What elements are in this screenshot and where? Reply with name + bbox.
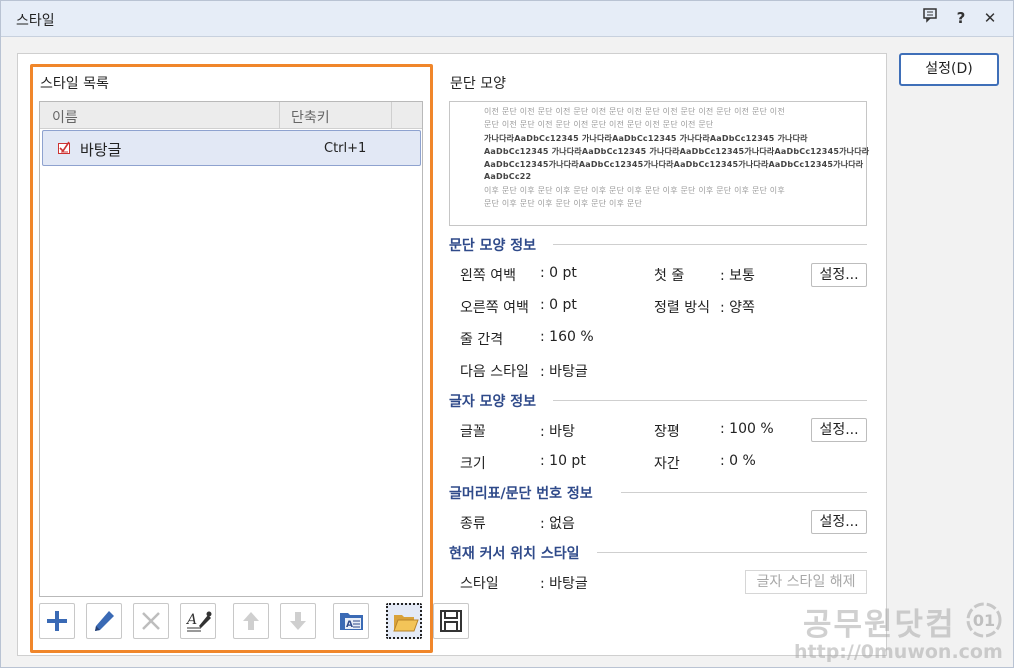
- svg-text:A: A: [186, 612, 197, 628]
- ratio-value: : 100 %: [720, 421, 774, 437]
- cursor-info-title: 현재 커서 위치 스타일: [449, 546, 580, 562]
- preview-sample-line: AaDbCc12345 가나다라AaDbCc12345 가나다라AaDbCc12…: [484, 147, 870, 156]
- comment-icon[interactable]: [919, 7, 941, 29]
- edit-style-button[interactable]: [86, 603, 122, 639]
- plus-icon: [47, 611, 67, 631]
- help-icon[interactable]: ?: [950, 7, 972, 29]
- spacing-value: : 0 %: [720, 453, 756, 469]
- style-name: 바탕글: [80, 141, 122, 159]
- preview-next-line: 이후 문단 이후 문단 이후 문단 이후 문단 이후 문단 이후 문단 이후 문…: [484, 186, 785, 195]
- column-name-header[interactable]: 이름: [52, 107, 78, 127]
- x-icon: [142, 612, 160, 630]
- eyedropper-icon: A: [186, 611, 212, 632]
- style-dialog: 스타일 ? ✕ 스타일 목록 이름 단축키 바탕글 Ctrl+1 A A 문단 …: [0, 0, 1014, 668]
- save-icon: [440, 610, 462, 632]
- preview-title: 문단 모양: [450, 76, 506, 92]
- column-shortcut-header[interactable]: 단축키: [291, 107, 330, 127]
- line-spacing-value: : 160 %: [540, 329, 594, 345]
- char-info-section: 글자 모양 정보: [449, 391, 867, 410]
- preview-sample-line: AaDbCc12345가나다라AaDbCc12345가나다라AaDbCc1234…: [484, 160, 864, 169]
- first-line-label: 첫 줄: [654, 268, 685, 284]
- move-down-button[interactable]: [280, 603, 316, 639]
- numbering-settings-button[interactable]: 설정...: [811, 510, 867, 534]
- cursor-info-section: 현재 커서 위치 스타일: [449, 543, 867, 562]
- numbering-info-title: 글머리표/문단 번호 정보: [449, 486, 593, 502]
- numbering-type-value: : 없음: [540, 516, 575, 532]
- close-icon[interactable]: ✕: [979, 7, 1001, 29]
- delete-style-button[interactable]: [133, 603, 169, 639]
- open-style-button[interactable]: [386, 603, 422, 639]
- next-style-value: : 바탕글: [540, 364, 588, 380]
- preview-prev-line: 문단 이전 문단 이전 문단 이전 문단 이전 문단 이전 문단 이전 문단: [484, 120, 714, 129]
- style-row-selected[interactable]: 바탕글 Ctrl+1: [42, 130, 421, 166]
- char-info-title: 글자 모양 정보: [449, 394, 537, 410]
- svg-text:A: A: [346, 620, 353, 630]
- style-list-header: 이름 단축키: [40, 102, 422, 129]
- folder-style-icon: A: [340, 613, 363, 630]
- numbering-type-label: 종류: [460, 516, 486, 532]
- size-value: : 10 pt: [540, 453, 586, 469]
- align-label: 정렬 방식: [654, 300, 710, 316]
- left-margin-label: 왼쪽 여백: [460, 268, 516, 284]
- cursor-style-label: 스타일: [460, 576, 499, 592]
- arrow-up-icon: [243, 612, 259, 630]
- style-list[interactable]: 이름 단축키 바탕글 Ctrl+1: [39, 101, 423, 597]
- first-line-value: : 보통: [720, 268, 755, 284]
- paragraph-preview: 이전 문단 이전 문단 이전 문단 이전 문단 이전 문단 이전 문단 이전 문…: [449, 101, 870, 226]
- import-style-button[interactable]: A: [333, 603, 369, 639]
- align-value: : 양쪽: [720, 300, 755, 316]
- window-title: 스타일: [16, 13, 55, 29]
- spacing-label: 자간: [654, 456, 680, 472]
- left-margin-value: : 0 pt: [540, 265, 577, 281]
- unset-char-style-button[interactable]: 글자 스타일 해제: [745, 570, 867, 594]
- right-margin-value: : 0 pt: [540, 297, 577, 313]
- title-bar: 스타일 ? ✕: [1, 1, 1013, 37]
- watermark-brand: 공무원닷컴: [803, 607, 956, 643]
- arrow-down-icon: [290, 612, 306, 630]
- size-label: 크기: [460, 456, 486, 472]
- watermark-logo-icon: 01: [966, 602, 1002, 638]
- cursor-style-value: : 바탕글: [540, 576, 588, 592]
- style-shortcut: Ctrl+1: [324, 141, 367, 156]
- apply-format-button[interactable]: A: [180, 603, 216, 639]
- preview-sample-line: AaDbCc22: [484, 172, 532, 181]
- open-folder-icon: [393, 615, 419, 632]
- numbering-info-section: 글머리표/문단 번호 정보: [449, 483, 867, 502]
- line-spacing-label: 줄 간격: [460, 332, 504, 348]
- style-list-title: 스타일 목록: [40, 76, 109, 92]
- paragraph-style-icon: [58, 141, 70, 154]
- watermark-url: http://0muwon.com: [794, 641, 1003, 663]
- next-style-label: 다음 스타일: [460, 364, 529, 380]
- para-settings-button[interactable]: 설정...: [811, 263, 867, 287]
- font-value: : 바탕: [540, 424, 575, 440]
- font-label: 글꼴: [460, 424, 486, 440]
- right-margin-label: 오른쪽 여백: [460, 300, 529, 316]
- watermark-logo-text: 01: [973, 611, 995, 630]
- para-info-section: 문단 모양 정보: [449, 235, 867, 254]
- pencil-icon: [95, 611, 114, 631]
- preview-next-line: 문단 이후 문단 이후 문단 이후 문단 이후 문단: [484, 199, 643, 208]
- ratio-label: 장평: [654, 424, 680, 440]
- preview-sample-line: 가나다라AaDbCc12345 가나다라AaDbCc12345 가나다라AaDb…: [484, 134, 808, 143]
- char-settings-button[interactable]: 설정...: [811, 418, 867, 442]
- save-style-button[interactable]: [433, 603, 469, 639]
- preview-prev-line: 이전 문단 이전 문단 이전 문단 이전 문단 이전 문단 이전 문단 이전 문…: [484, 107, 785, 116]
- move-up-button[interactable]: [233, 603, 269, 639]
- add-style-button[interactable]: [39, 603, 75, 639]
- settings-button[interactable]: 설정(D): [899, 53, 999, 86]
- para-info-title: 문단 모양 정보: [449, 238, 537, 254]
